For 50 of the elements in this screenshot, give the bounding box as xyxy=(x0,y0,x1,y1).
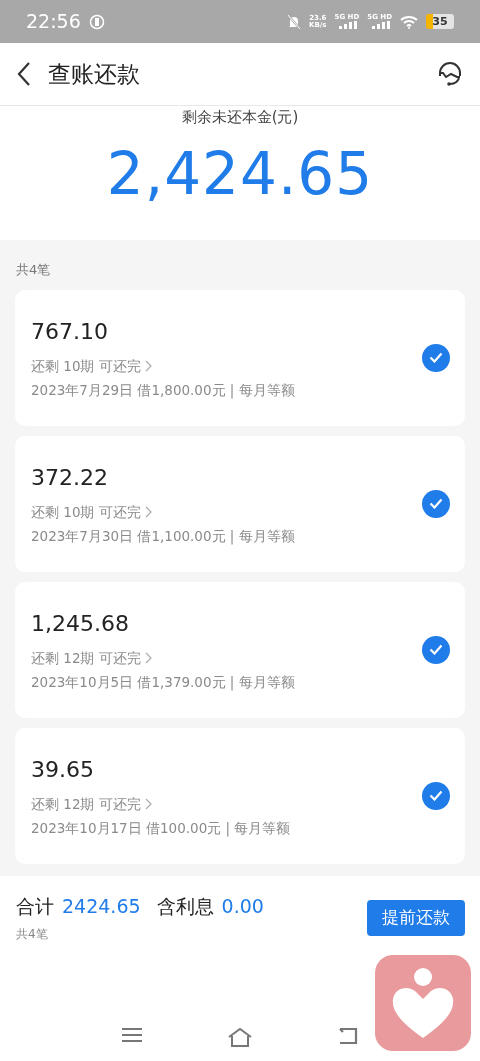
loan-detail: 2023年7月29日 借1,800.00元 | 每月等额 xyxy=(31,381,295,401)
loan-amount: 767.10 xyxy=(31,317,109,346)
loan-detail: 2023年10月5日 借1,379.00元 | 每月等额 xyxy=(31,673,295,693)
chevron-right-icon xyxy=(144,359,152,372)
loan-card[interactable]: 767.10 还剩 10期 可还完 2023年7月29日 借1,800.00元 | 每月等额 xyxy=(15,289,465,426)
back-icon[interactable] xyxy=(338,1027,358,1045)
signal-icon xyxy=(336,21,357,29)
loan-card[interactable]: 372.22 还剩 10期 可还完 2023年7月30日 借1,100.00元 | 每月等额 xyxy=(15,435,465,572)
customer-service-button[interactable] xyxy=(436,60,464,88)
check-icon xyxy=(429,498,443,509)
page-title: 查账还款 xyxy=(48,59,140,89)
status-time: 22:56 xyxy=(26,9,81,35)
total-label: 合计 xyxy=(16,894,54,919)
signal-icon xyxy=(369,21,390,29)
loan-count: 共4笔 xyxy=(15,261,52,279)
loan-count: 共4笔 xyxy=(16,925,49,943)
wifi-icon xyxy=(400,14,418,29)
home-icon[interactable] xyxy=(227,1027,253,1047)
loan-detail: 2023年7月30日 借1,100.00元 | 每月等额 xyxy=(31,527,295,547)
checkbox[interactable] xyxy=(422,635,450,664)
chevron-right-icon xyxy=(144,505,152,518)
interest-label: 含利息 xyxy=(156,894,214,919)
remaining-periods: 还剩 12期 可还完 xyxy=(31,794,141,814)
summary-label: 剩余未还本金(元) xyxy=(181,107,299,128)
chevron-right-icon xyxy=(144,797,152,810)
mute-icon xyxy=(287,13,302,30)
remaining-periods: 还剩 10期 可还完 xyxy=(31,502,141,522)
loan-amount: 1,245.68 xyxy=(31,609,130,638)
checkbox[interactable] xyxy=(422,489,450,518)
prepay-button[interactable]: 提前还款 xyxy=(367,900,465,936)
remaining-amount: 2,424.65 xyxy=(106,144,374,203)
check-icon xyxy=(429,644,443,655)
interest-amount: 0.00 xyxy=(221,894,264,919)
menu-icon[interactable] xyxy=(122,1027,142,1043)
back-button[interactable] xyxy=(16,61,32,87)
checkbox[interactable] xyxy=(422,343,450,372)
remaining-periods: 还剩 10期 可还完 xyxy=(31,356,141,376)
loan-amount: 372.22 xyxy=(31,463,109,492)
checkbox[interactable] xyxy=(422,781,450,810)
battery-level: 35 xyxy=(426,14,454,29)
remaining-periods: 还剩 12期 可还完 xyxy=(31,648,141,668)
loan-amount: 39.65 xyxy=(31,755,95,784)
loan-detail: 2023年10月17日 借100.00元 | 每月等额 xyxy=(31,819,291,839)
total-amount: 2424.65 xyxy=(62,894,141,919)
loan-card[interactable]: 1,245.68 还剩 12期 可还完 2023年10月5日 借1,379.00元 | 每月等额 xyxy=(15,581,465,718)
loan-card[interactable]: 39.65 还剩 12期 可还完 2023年10月17日 借100.00元 | 每月等额 xyxy=(15,727,465,864)
chevron-right-icon xyxy=(144,651,152,664)
check-icon xyxy=(429,352,443,363)
check-icon xyxy=(429,790,443,801)
notification-icon xyxy=(88,13,105,30)
